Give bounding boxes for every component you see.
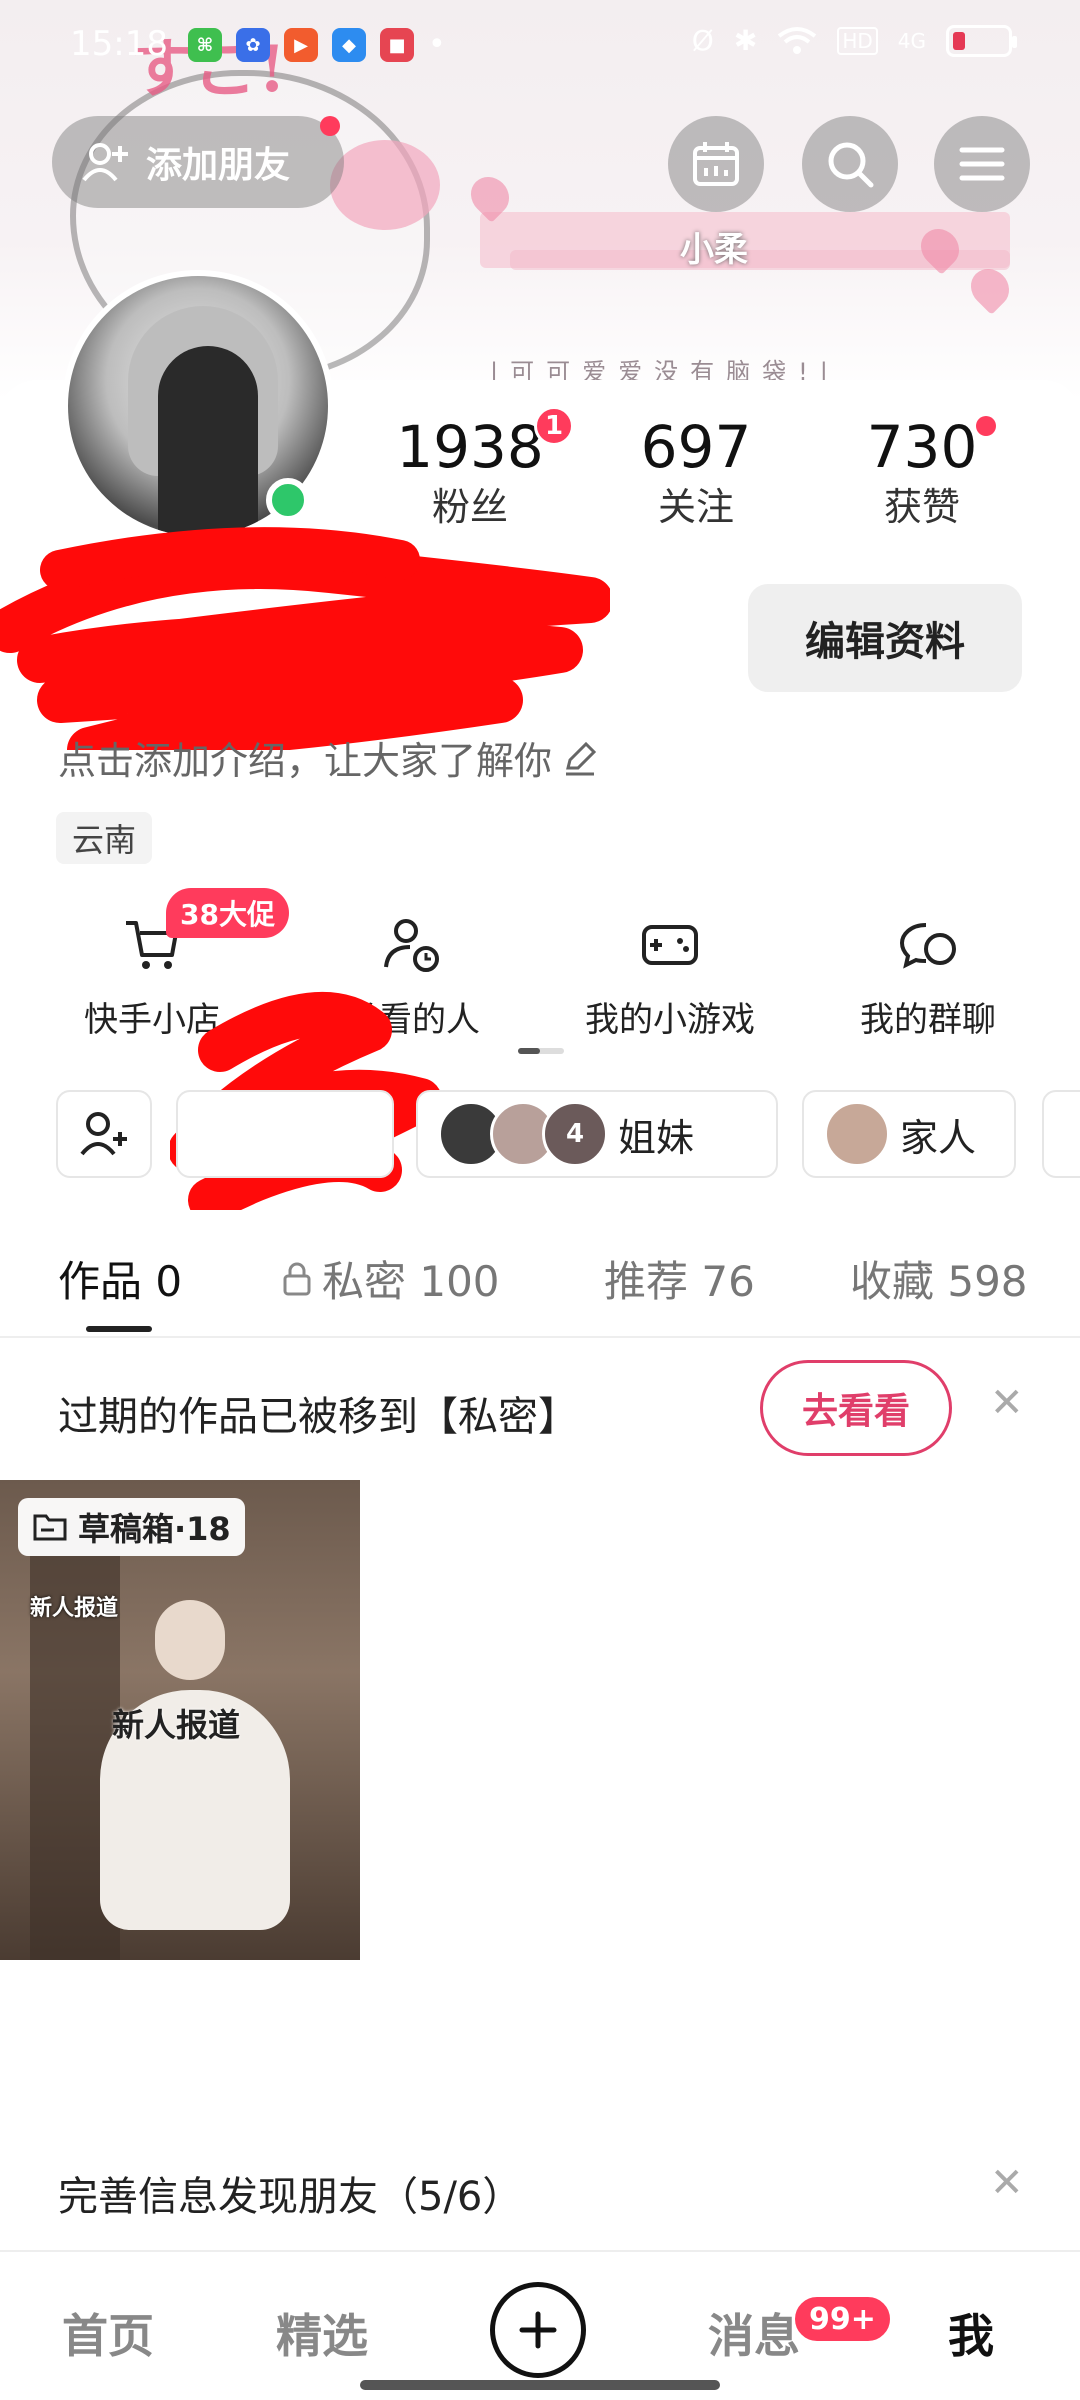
page-indicator xyxy=(518,1048,564,1054)
thumbnail-caption-large: 新人报道 xyxy=(112,1706,241,1744)
quick-entry-label: 我的群聊 xyxy=(860,1000,996,1040)
signal-icon: 4G xyxy=(897,28,926,53)
draft-thumbnail[interactable]: 新人报道 新人报道 草稿箱·18 xyxy=(0,1480,360,1960)
app-notification-icon: ▶ xyxy=(284,28,318,62)
member-avatars: 4 xyxy=(438,1101,608,1167)
bio-text: 点击添加介绍，让大家了解你 xyxy=(58,739,553,783)
tab-recommend[interactable]: 推荐 76 xyxy=(604,1248,755,1309)
bio-prompt[interactable]: 点击添加介绍，让大家了解你 xyxy=(58,730,598,785)
thumbnail-caption-small: 新人报道 xyxy=(30,1596,119,1621)
app-notification-icon: ◆ xyxy=(332,28,366,62)
stat-value: 1938 xyxy=(396,413,544,481)
divider xyxy=(0,1336,1080,1338)
add-group-chip[interactable] xyxy=(56,1090,152,1178)
friend-discovery-prompt[interactable]: 完善信息发现朋友（5/6） xyxy=(58,2164,522,2222)
stat-label: 粉丝 xyxy=(431,485,508,529)
member-count: 4 xyxy=(542,1101,608,1167)
nav-home[interactable]: 首页 xyxy=(62,2300,154,2366)
status-time: 15:18 xyxy=(70,24,168,64)
nfc-icon: Ø xyxy=(691,24,714,57)
plus-icon xyxy=(519,2311,557,2349)
menu-button[interactable] xyxy=(934,116,1030,212)
quick-entry-label: 我的小游戏 xyxy=(585,1000,755,1040)
nav-messages[interactable]: 消息 xyxy=(708,2300,800,2366)
home-indicator[interactable] xyxy=(360,2380,720,2390)
gamepad-icon xyxy=(642,925,698,965)
stat-value: 697 xyxy=(640,413,752,481)
promo-badge: 38大促 xyxy=(166,888,289,938)
stat-value: 730 xyxy=(866,413,978,481)
app-notification-icon: ⌘ xyxy=(188,28,222,62)
stat-following[interactable]: 697 关注 xyxy=(626,412,766,532)
avatar-figure xyxy=(158,346,258,536)
group-chip-redacted[interactable] xyxy=(176,1090,394,1178)
avatar xyxy=(824,1101,890,1167)
messages-badge: 99+ xyxy=(792,2294,893,2344)
lock-icon xyxy=(283,1262,311,1295)
banner-bow-art xyxy=(330,140,440,230)
fans-badge: 1 xyxy=(534,406,574,446)
notification-dot xyxy=(320,116,340,136)
add-user-icon xyxy=(80,1112,127,1156)
stat-label: 关注 xyxy=(657,485,734,529)
add-user-icon xyxy=(82,143,128,182)
close-icon[interactable]: ✕ xyxy=(990,1380,1024,1426)
battery-icon xyxy=(946,24,1017,57)
banner-name: 小柔 xyxy=(680,230,748,270)
likes-notification-dot xyxy=(976,416,996,436)
online-status-dot xyxy=(266,478,310,522)
notification-icons: ⌘ ✿ ▶ ◆ ■ • xyxy=(188,28,446,62)
group-chat-icon xyxy=(899,923,956,969)
active-tab-indicator xyxy=(86,1326,152,1332)
view-button[interactable]: 去看看 xyxy=(760,1360,952,1456)
close-icon[interactable]: ✕ xyxy=(990,2160,1024,2206)
more-notifications-icon: • xyxy=(428,27,446,62)
menu-icon xyxy=(959,147,1005,181)
status-right: Ø ✱ HD 4G xyxy=(691,24,1017,57)
nav-me[interactable]: 我 xyxy=(948,2300,994,2366)
group-chip-sisters[interactable]: 4 姐妹 xyxy=(416,1090,778,1178)
bottom-nav: 首页 精选 消息 99+ 我 xyxy=(0,2250,1080,2400)
draft-box-label: 草稿箱·18 xyxy=(18,1498,245,1556)
group-chip-label: 姐妹 xyxy=(618,1115,695,1160)
stat-likes[interactable]: 730 获赞 xyxy=(852,412,992,532)
edit-pencil-icon xyxy=(566,741,597,775)
thumbnail-figure-head xyxy=(155,1600,225,1680)
person-clock-icon xyxy=(384,919,439,972)
calendar-icon xyxy=(693,142,739,186)
group-chip-label: 家人 xyxy=(900,1115,977,1160)
quick-entry-groups[interactable]: 我的群聊 xyxy=(798,910,1058,1041)
search-button[interactable] xyxy=(802,116,898,212)
edit-profile-button[interactable]: 编辑资料 xyxy=(748,584,1022,692)
app-notification-icon: ■ xyxy=(380,28,414,62)
group-chip-family[interactable]: 家人 xyxy=(802,1090,1016,1178)
hd-icon: HD xyxy=(837,26,878,55)
quick-entry-games[interactable]: 我的小游戏 xyxy=(540,910,800,1041)
nav-featured[interactable]: 精选 xyxy=(276,2300,368,2366)
add-friend-button[interactable]: 添加朋友 xyxy=(52,116,344,208)
stat-label: 获赞 xyxy=(883,485,960,529)
folder-icon xyxy=(33,1514,67,1541)
status-bar: 15:18 ⌘ ✿ ▶ ◆ ■ • Ø ✱ HD 4G xyxy=(0,0,1080,100)
tab-favorites[interactable]: 收藏 598 xyxy=(850,1248,1028,1309)
tab-label: 私密 100 xyxy=(322,1257,500,1306)
notice-text: 过期的作品已被移到【私密】 xyxy=(58,1394,578,1440)
quick-entry-label: 常看的人 xyxy=(344,1000,480,1040)
app-notification-icon: ✿ xyxy=(236,28,270,62)
search-icon xyxy=(828,142,874,188)
quick-entry-frequent[interactable]: 常看的人 xyxy=(282,910,542,1041)
quick-entry-label: 快手小店 xyxy=(84,1000,220,1040)
draft-count: 草稿箱·18 xyxy=(78,1510,231,1548)
tab-works[interactable]: 作品 0 xyxy=(58,1248,182,1309)
add-friend-label: 添加朋友 xyxy=(146,145,291,186)
tab-private[interactable]: 私密 100 xyxy=(282,1248,500,1309)
profile-page: すご! 小柔 |可可爱爱没有脑袋!| 15:18 ⌘ ✿ ▶ ◆ ■ • Ø ✱… xyxy=(0,0,1080,2400)
stat-fans[interactable]: 1938 粉丝 xyxy=(396,412,544,532)
create-button[interactable] xyxy=(490,2282,586,2378)
wifi-icon xyxy=(778,26,817,54)
group-chip-more[interactable] xyxy=(1042,1090,1080,1178)
region-tag[interactable]: 云南 xyxy=(56,812,153,864)
bluetooth-icon: ✱ xyxy=(733,24,758,57)
calendar-button[interactable] xyxy=(668,116,764,212)
